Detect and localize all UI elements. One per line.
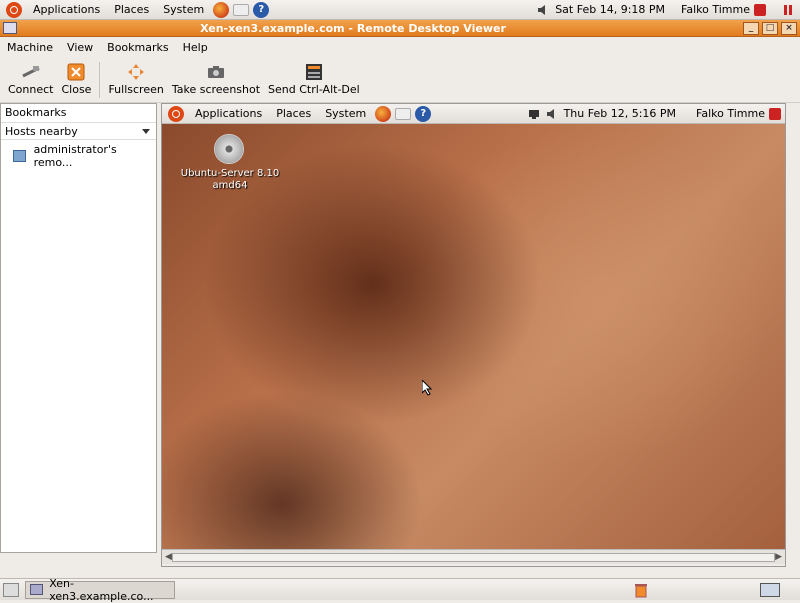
connect-icon — [21, 63, 41, 81]
remote-places-menu[interactable]: Places — [269, 107, 318, 120]
power-icon[interactable] — [754, 3, 766, 16]
bottom-panel: Xen-xen3.example.co... — [0, 577, 800, 603]
close-button[interactable]: Close — [57, 63, 95, 96]
toolbar-separator — [99, 61, 101, 98]
host-label: administrator's remo... — [33, 143, 117, 169]
remote-top-panel[interactable]: Applications Places System ? Thu Feb 12,… — [162, 104, 785, 124]
menubar: Machine View Bookmarks Help — [0, 37, 800, 57]
scroll-left-icon[interactable]: ◀ — [165, 552, 172, 562]
connect-button[interactable]: Connect — [4, 63, 57, 96]
remote-viewport[interactable]: Applications Places System ? Thu Feb 12,… — [161, 103, 786, 567]
window-icon[interactable] — [3, 22, 17, 34]
cd-label-line1: Ubuntu-Server 8.10 — [180, 168, 280, 179]
hosts-nearby-row[interactable]: Hosts nearby — [1, 122, 156, 140]
system-menu[interactable]: System — [156, 3, 211, 16]
ctrl-alt-del-label: Send Ctrl-Alt-Del — [268, 83, 360, 96]
menu-view[interactable]: View — [60, 41, 100, 54]
menu-machine[interactable]: Machine — [0, 41, 60, 54]
ubuntu-logo-icon[interactable] — [6, 1, 22, 18]
remote-clock[interactable]: Thu Feb 12, 5:16 PM — [564, 107, 676, 120]
menu-help[interactable]: Help — [176, 41, 215, 54]
minimize-button[interactable]: _ — [743, 21, 759, 35]
hosts-nearby-label: Hosts nearby — [5, 124, 78, 138]
close-window-button[interactable]: × — [781, 21, 797, 35]
remote-desktop-window: Xen-xen3.example.com - Remote Desktop Vi… — [0, 20, 800, 578]
scroll-right-icon[interactable]: ▶ — [775, 552, 782, 562]
applications-menu[interactable]: Applications — [26, 3, 107, 16]
help-icon[interactable]: ? — [253, 1, 270, 18]
sidebar: Bookmarks Hosts nearby administrator's r… — [0, 103, 157, 553]
fullscreen-button[interactable]: Fullscreen — [104, 63, 167, 96]
workspace-switcher-icon[interactable] — [760, 582, 780, 597]
show-desktop-icon[interactable] — [3, 582, 19, 597]
remote-desktop[interactable]: Ubuntu-Server 8.10 amd64 — [162, 124, 785, 549]
window-title: Xen-xen3.example.com - Remote Desktop Vi… — [200, 21, 506, 35]
camera-icon — [206, 63, 226, 81]
user-name[interactable]: Falko Timme — [681, 3, 750, 16]
remote-power-icon[interactable] — [769, 107, 781, 120]
screenshot-button[interactable]: Take screenshot — [168, 63, 264, 96]
volume-icon[interactable] — [537, 4, 549, 16]
remote-system-menu[interactable]: System — [318, 107, 373, 120]
remote-help-icon[interactable]: ? — [415, 105, 432, 122]
expand-arrow-icon[interactable] — [142, 128, 150, 134]
menu-bookmarks[interactable]: Bookmarks — [100, 41, 175, 54]
remote-firefox-icon[interactable] — [375, 105, 392, 122]
host-item[interactable]: administrator's remo... — [1, 140, 156, 172]
send-ctrl-alt-del-button[interactable]: Send Ctrl-Alt-Del — [264, 63, 364, 96]
horizontal-scrollbar[interactable]: ◀ ▶ — [162, 549, 785, 564]
top-panel: Applications Places System ? Sat Feb 14,… — [0, 0, 800, 20]
bookmarks-header[interactable]: Bookmarks — [1, 104, 156, 122]
connect-label: Connect — [8, 83, 54, 96]
remote-mail-icon[interactable] — [395, 107, 412, 120]
remote-ubuntu-logo-icon[interactable] — [168, 105, 184, 122]
clock[interactable]: Sat Feb 14, 9:18 PM — [555, 3, 665, 16]
screenshot-label: Take screenshot — [171, 83, 261, 96]
titlebar[interactable]: Xen-xen3.example.com - Remote Desktop Vi… — [0, 20, 800, 37]
firefox-icon[interactable] — [213, 1, 230, 18]
resize-grip[interactable] — [788, 103, 798, 567]
cd-drive-label[interactable]: Ubuntu-Server 8.10 amd64 — [178, 168, 282, 192]
fullscreen-label: Fullscreen — [108, 83, 164, 96]
remote-applications-menu[interactable]: Applications — [188, 107, 269, 120]
remote-user-name[interactable]: Falko Timme — [696, 107, 765, 120]
remote-network-icon[interactable] — [528, 108, 540, 120]
remote-volume-icon[interactable] — [546, 108, 558, 120]
places-menu[interactable]: Places — [107, 3, 156, 16]
fullscreen-icon — [126, 63, 146, 81]
cd-label-line2: amd64 — [212, 180, 248, 191]
computer-icon — [13, 150, 26, 162]
taskbar-window-button[interactable]: Xen-xen3.example.co... — [25, 577, 175, 603]
cd-drive-icon[interactable] — [214, 134, 244, 164]
close-icon — [66, 63, 86, 81]
trash-icon[interactable] — [634, 582, 648, 598]
taskbar-window-icon — [30, 584, 44, 595]
keyboard-icon — [304, 63, 324, 81]
mail-icon[interactable] — [233, 3, 250, 16]
toolbar: Connect Close Fullscreen Take screenshot — [0, 57, 800, 103]
close-label: Close — [61, 83, 92, 96]
maximize-button[interactable]: □ — [762, 21, 778, 35]
taskbar-window-label: Xen-xen3.example.co... — [49, 576, 154, 603]
mouse-cursor-icon — [422, 380, 432, 396]
scroll-thumb[interactable] — [171, 552, 776, 562]
network-icon[interactable] — [782, 3, 794, 17]
